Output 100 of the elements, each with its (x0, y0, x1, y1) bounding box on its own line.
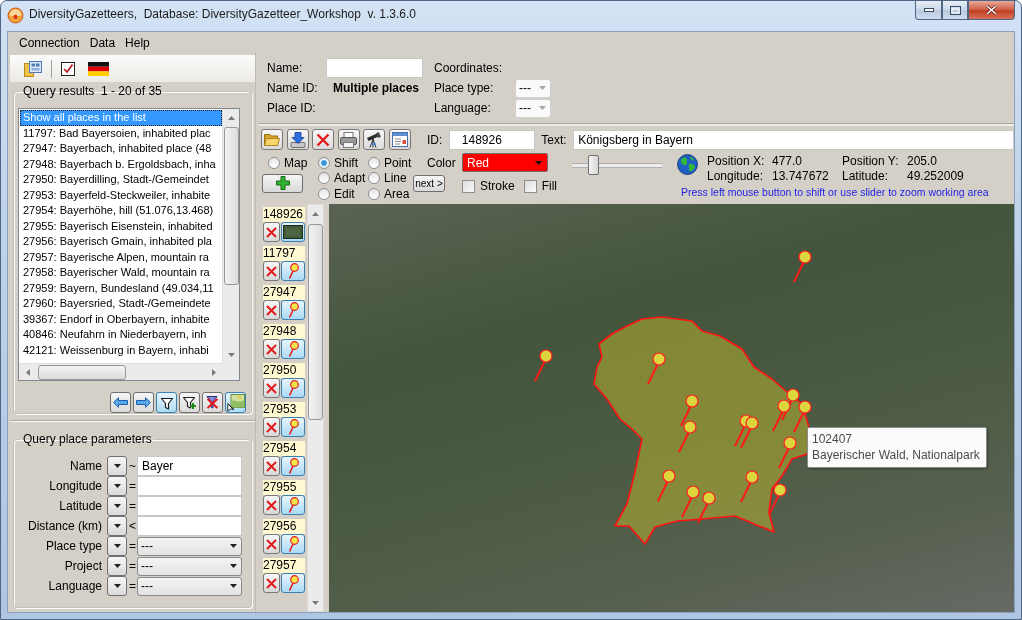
caret-icon (230, 584, 237, 588)
radio-option[interactable]: Adapt (318, 170, 368, 186)
parameter-field[interactable] (137, 516, 242, 536)
map-pin-icon (793, 250, 812, 283)
toolbar-button[interactable] (337, 129, 360, 150)
scroll-up-icon (312, 211, 319, 216)
name-field[interactable] (326, 58, 423, 78)
delete-button[interactable] (263, 495, 280, 515)
toolbar-button[interactable] (363, 129, 385, 150)
radio-option[interactable]: Edit (318, 186, 368, 202)
locate-button[interactable] (281, 222, 305, 242)
list-item[interactable]: 27955: Bayerisch Eisenstein, inhabited (20, 218, 222, 234)
list-item[interactable]: 42121: Weissenburg in Bayern, inhabi (20, 342, 222, 358)
vertical-scrollbar[interactable] (307, 204, 324, 612)
next-button[interactable]: next > (413, 175, 445, 192)
minimize-button[interactable] (915, 1, 942, 20)
horizontal-scrollbar[interactable] (19, 363, 222, 380)
id-label: 27948 (263, 324, 305, 339)
list-item[interactable]: 39367: Endorf in Oberbayern, inhabite (20, 311, 222, 327)
maximize-button[interactable] (942, 1, 968, 20)
operator-symbol: ~ (128, 459, 137, 473)
language-dropdown[interactable]: --- (515, 98, 551, 118)
parameter-dropdown[interactable]: --- (137, 556, 242, 576)
operator-symbol: = (128, 579, 137, 593)
map-pin-icon (781, 388, 800, 421)
scroll-up-icon (227, 115, 235, 120)
status-hint: Press left mouse button to shift or use slider to zoom working area (680, 185, 990, 200)
filter-clear-icon (205, 395, 220, 410)
tool-button[interactable] (179, 392, 200, 413)
delete-button[interactable] (263, 222, 280, 242)
list-item[interactable]: 27954: Bayerhöhe, hill (51.076,13.468) (20, 203, 222, 219)
list-item[interactable]: 27953: Bayerfeld-Steckweiler, inhabite (20, 187, 222, 203)
list-item[interactable]: 27957: Bayerische Alpen, mountain ra (20, 249, 222, 265)
caret-icon (230, 544, 237, 548)
field-label: Place type: (434, 81, 495, 95)
parameter-field[interactable]: Bayer (137, 456, 242, 476)
add-button[interactable] (262, 173, 303, 193)
delete-button[interactable] (263, 261, 280, 281)
place-type-dropdown[interactable]: --- (515, 78, 551, 98)
scrollbar-thumb[interactable] (38, 364, 126, 380)
parameter-dropdown[interactable]: --- (137, 576, 242, 596)
window-icon (391, 132, 408, 147)
field-label: Coordinates: (434, 61, 504, 75)
operator-button[interactable] (107, 456, 127, 476)
operator-button[interactable] (107, 576, 127, 596)
list-item[interactable]: 27956: Bayerisch Gmain, inhabited pla (20, 234, 222, 250)
color-dropdown[interactable]: Red (462, 153, 548, 172)
map-pin-icon (678, 420, 697, 453)
operator-button[interactable] (107, 536, 127, 556)
menu-item[interactable]: Help (120, 35, 155, 50)
scrollbar-thumb[interactable] (223, 127, 239, 285)
window-icon[interactable] (24, 59, 42, 78)
list-item[interactable]: 11797: Bad Bayersoien, inhabited plac (20, 125, 222, 141)
radio-option[interactable]: Line (368, 170, 413, 186)
close-button[interactable] (968, 1, 1015, 20)
menu-item[interactable]: Connection (14, 35, 85, 50)
map-pin-icon (740, 416, 759, 449)
list-item[interactable]: 27959: Bayern, Bundesland (49.034,11 (20, 280, 222, 296)
list-item[interactable]: 27947: Bayerbach, inhabited place (48 (20, 141, 222, 157)
delete-button[interactable] (263, 339, 280, 359)
list-item[interactable]: 40846: Neufahrn in Niederbayern, inh (20, 327, 222, 343)
delete-button[interactable] (263, 300, 280, 320)
checkbox[interactable]: Stroke (462, 179, 515, 193)
window-title: DiversityGazetteers, Database: DiversityGazetteer_Workshop v. 1.3.6.0 (29, 7, 417, 21)
delete-button[interactable] (263, 456, 280, 476)
list-item[interactable]: 27948: Bayerbach b. Ergoldsbach, inha (20, 156, 222, 172)
toolbar-button[interactable] (286, 129, 309, 150)
list-item[interactable]: 27958: Bayerischer Wald, mountain ra (20, 265, 222, 281)
flag-icon[interactable] (88, 61, 109, 76)
map-thumbnail-icon (283, 225, 303, 239)
parameter-field[interactable] (137, 496, 242, 516)
delete-button[interactable] (263, 534, 280, 554)
text-field[interactable]: Königsberg in Bayern (573, 129, 1014, 150)
list-item[interactable]: 27960: Bayersried, Stadt-/Gemeindete (20, 296, 222, 312)
id-field[interactable]: 148926 (448, 129, 535, 150)
slider-thumb[interactable] (587, 155, 599, 175)
delete-button[interactable] (263, 417, 280, 437)
checkbox[interactable]: Fill (523, 179, 557, 193)
list-item[interactable]: 27950: Bayerdilling, Stadt-/Gemeindet (20, 172, 222, 188)
vertical-scrollbar[interactable] (222, 109, 239, 363)
scrollbar-thumb[interactable] (308, 224, 323, 420)
operator-button[interactable] (107, 516, 127, 536)
tool-button[interactable] (156, 392, 177, 413)
operator-button[interactable] (107, 476, 127, 496)
parameter-dropdown[interactable]: --- (137, 536, 242, 556)
delete-icon (266, 382, 277, 394)
radio-option[interactable]: Point (368, 155, 413, 171)
tool-button[interactable] (202, 392, 223, 413)
parameter-field[interactable] (137, 476, 242, 496)
menu-item[interactable]: Data (84, 35, 121, 50)
operator-button[interactable] (107, 556, 127, 576)
checkbox-icon[interactable] (61, 61, 75, 76)
operator-button[interactable] (107, 496, 127, 516)
radio-option[interactable]: Map (268, 155, 318, 171)
delete-button[interactable] (263, 378, 280, 398)
radio-option[interactable]: Area (368, 186, 413, 202)
field-label: Text: (541, 132, 567, 147)
radio-option[interactable]: Shift (318, 155, 368, 171)
scroll-left-icon (25, 368, 30, 376)
delete-button[interactable] (263, 573, 280, 593)
